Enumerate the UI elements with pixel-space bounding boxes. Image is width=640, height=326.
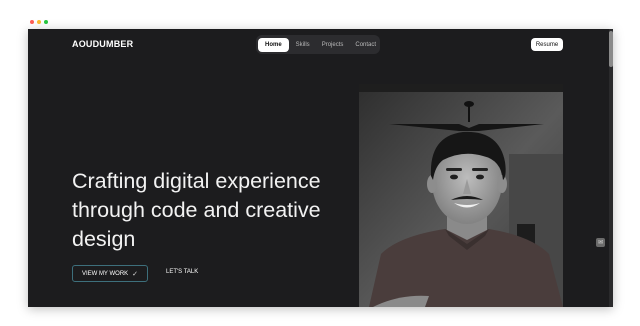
nav-item-projects[interactable]: Projects [317,38,349,52]
window-controls [30,20,48,24]
headline-line-2: through code and creative [72,198,321,222]
view-my-work-label: VIEW MY WORK [81,270,129,277]
resume-button[interactable]: Resume [531,38,563,51]
nav-item-contact[interactable]: Contact [350,38,381,52]
lets-talk-link[interactable]: LET'S TALK [166,269,198,275]
headline-line-3: design [72,227,136,251]
minimize-dot[interactable] [37,20,41,24]
scrollbar-thumb[interactable] [609,31,613,67]
hero-headline: Crafting digital experience through code… [72,167,362,254]
close-dot[interactable] [30,20,34,24]
nav-item-home[interactable]: Home [258,37,289,52]
browser-viewport: AOUDUMBER Home Skills Projects Contact R… [28,29,613,307]
main-nav: Home Skills Projects Contact [256,35,380,54]
maximize-dot[interactable] [44,20,48,24]
mail-icon[interactable]: ✉ [596,238,605,247]
profile-photo [359,84,563,307]
portrait-illustration [359,84,563,307]
nav-item-skills[interactable]: Skills [291,38,315,52]
headline-line-1: Crafting digital experience [72,169,321,193]
check-icon: ✓ [132,270,139,278]
site-logo[interactable]: AOUDUMBER [72,39,133,49]
screenshot-stage: AOUDUMBER Home Skills Projects Contact R… [0,0,640,326]
view-my-work-button[interactable]: VIEW MY WORK ✓ [72,265,148,282]
page-scrollbar[interactable] [609,29,613,307]
